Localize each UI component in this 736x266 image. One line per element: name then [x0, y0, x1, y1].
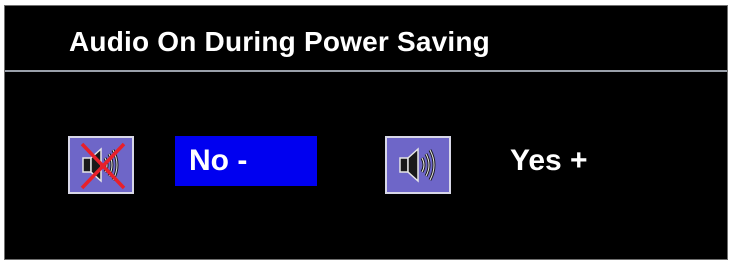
osd-panel: Audio On During Power Saving No - Yes +: [4, 5, 728, 260]
speaker-muted-glyph: [80, 142, 126, 190]
speaker-on-glyph: [399, 147, 436, 183]
option-yes[interactable]: Yes +: [510, 136, 588, 186]
speaker-on-icon: [385, 136, 451, 194]
option-no[interactable]: No -: [175, 136, 317, 186]
speaker-muted-icon: [68, 136, 134, 194]
title-divider: [5, 70, 727, 72]
osd-title: Audio On During Power Saving: [69, 26, 490, 57]
